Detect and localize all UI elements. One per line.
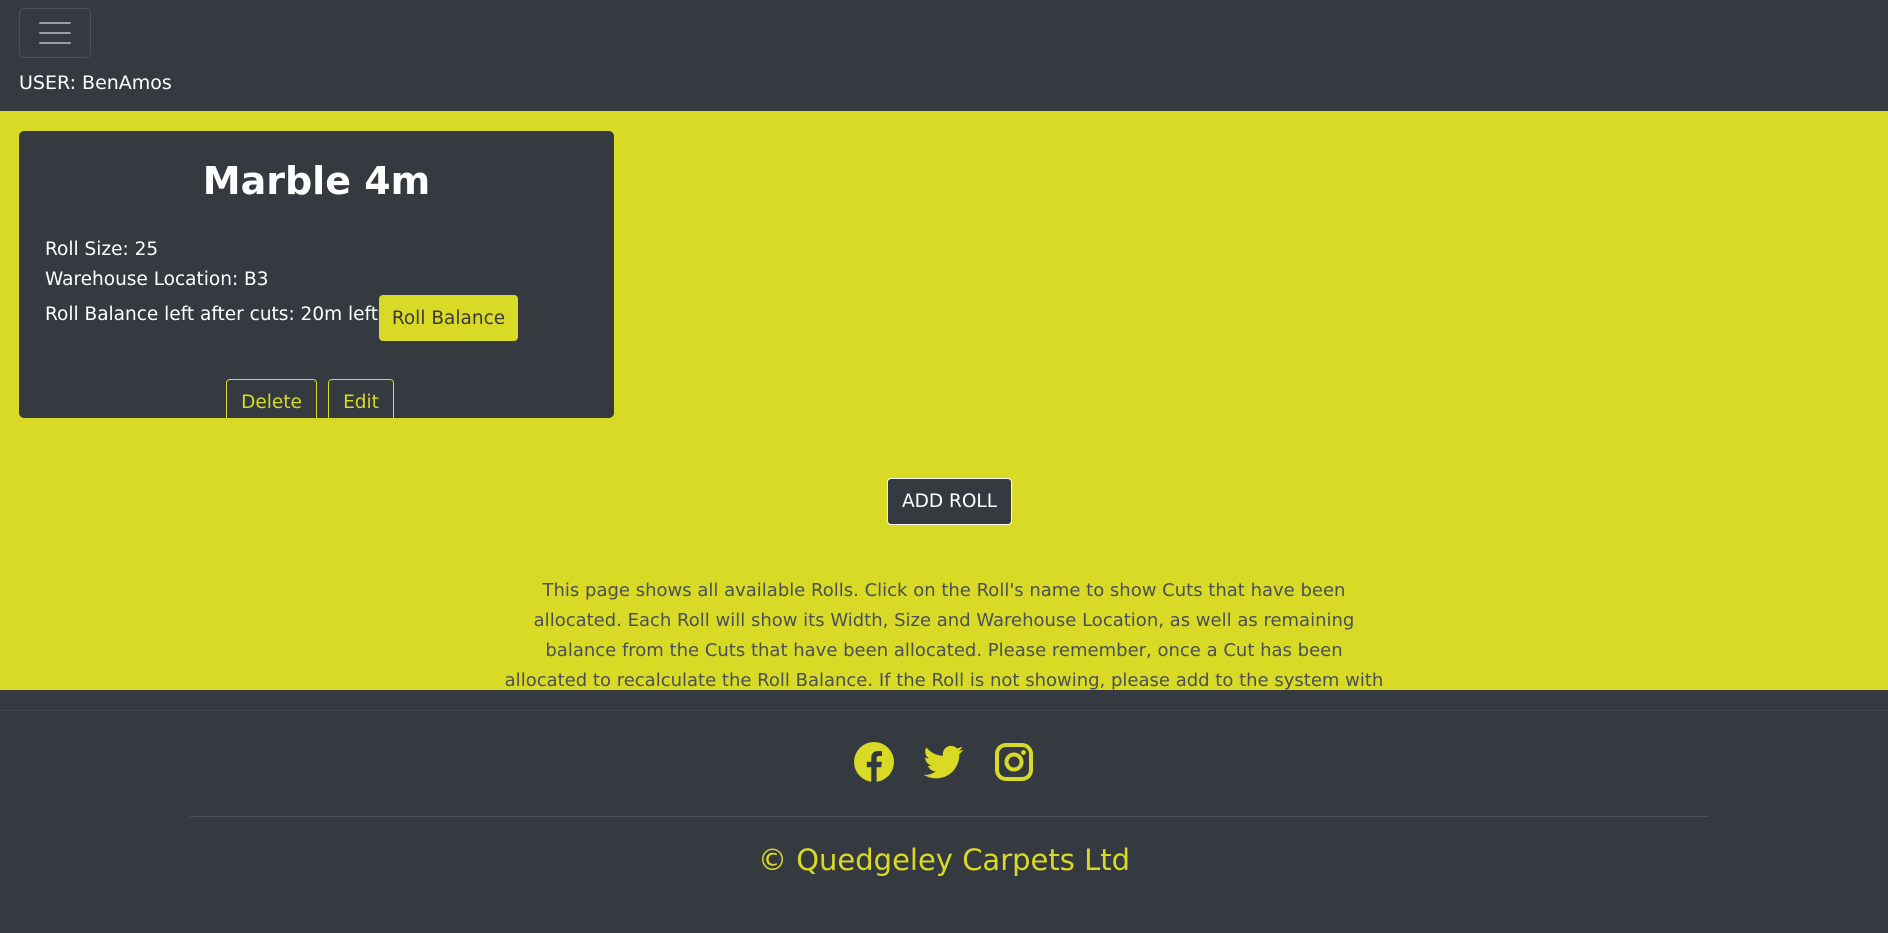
facebook-icon[interactable] [854,742,894,782]
hamburger-icon [39,22,71,24]
roll-name-link[interactable]: Marble 4m [19,159,614,203]
roll-balance-button[interactable]: Roll Balance [379,295,518,341]
social-links [0,742,1888,782]
footer: © Quedgeley Carpets Ltd [0,690,1888,933]
help-text: This page shows all available Rolls. Cli… [504,580,1384,690]
instagram-icon[interactable] [994,742,1034,782]
user-label: USER: BenAmos [19,72,172,94]
copyright-text: © Quedgeley Carpets Ltd [757,843,1131,877]
hamburger-icon [39,32,71,34]
main-content: Marble 4m Roll Size: 25 Warehouse Locati… [0,111,1888,690]
roll-balance-text: Roll Balance left after cuts: 20m left [45,304,378,325]
menu-toggle-button[interactable] [19,8,91,58]
add-roll-button[interactable]: ADD ROLL [887,478,1012,525]
roll-card: Marble 4m Roll Size: 25 Warehouse Locati… [19,131,614,425]
footer-separator [190,816,1708,817]
roll-size: Roll Size: 25 [45,239,159,260]
warehouse-location: Warehouse Location: B3 [45,269,269,290]
hamburger-icon [39,42,71,44]
delete-button[interactable]: Delete [226,379,317,425]
edit-button[interactable]: Edit [328,379,394,425]
top-navbar: USER: BenAmos [0,0,1888,111]
footer-divider [0,710,1888,711]
twitter-icon[interactable] [924,742,964,782]
